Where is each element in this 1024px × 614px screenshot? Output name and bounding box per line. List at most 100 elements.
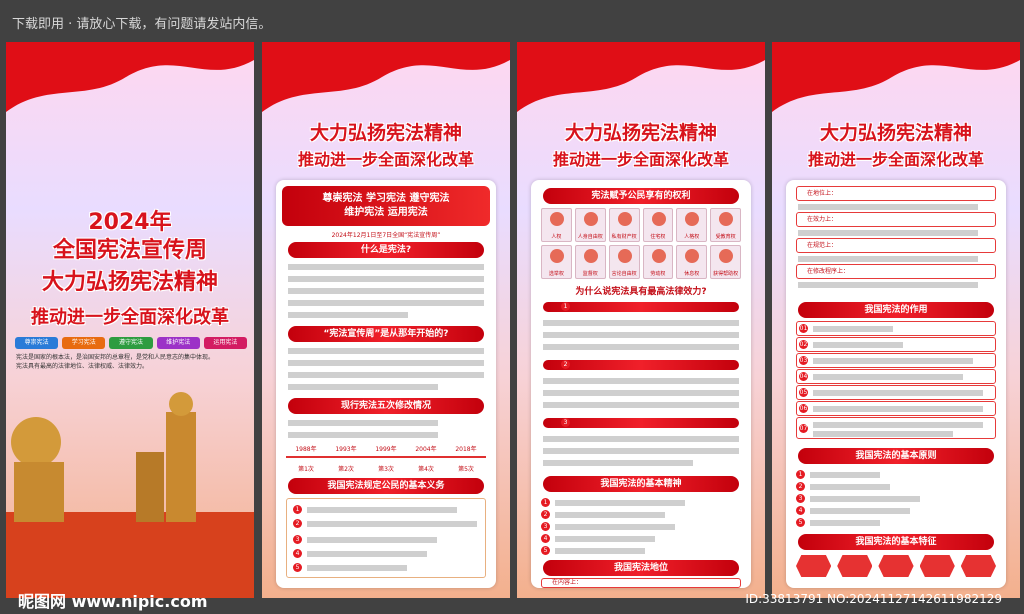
text-placeholder [798, 282, 978, 288]
hexagon-icon [919, 555, 955, 577]
section-heading: 为什么说宪法具有最高法律效力? [575, 287, 707, 297]
poster-panel-1: 2024年 全国宪法宣传周 大力弘扬宪法精神 推动进一步全面深化改革 尊崇宪法 … [6, 42, 254, 598]
text-placeholder [810, 484, 890, 490]
row-number: 06 [799, 404, 808, 413]
money-bag-icon [617, 212, 632, 226]
right-item: 人格权 [676, 208, 708, 242]
row-number: 03 [799, 356, 808, 365]
right-label: 私有财产权 [611, 234, 637, 240]
section-heading: 我国宪法地位 [543, 560, 739, 576]
tag: 学习宪法 [62, 337, 106, 349]
content-card: 宪法赋予公民享有的权利 人权 人身自由权 私有财产权 住宅权 人格权 受教育权 … [531, 180, 751, 588]
image-id: ID:33813791 NO:20241127142611982129 [745, 592, 1002, 606]
text-placeholder [288, 312, 408, 318]
date-line: 2024年12月1日至7日全国“宪法宣传周” [331, 232, 441, 239]
text-placeholder [813, 406, 983, 412]
numbered-row: 07 [796, 417, 996, 439]
top-notice: 下载即用 · 请放心下载，有问题请发站内信。 [12, 17, 272, 32]
section-heading: 我国宪法的作用 [798, 302, 994, 318]
list-number: 5 [293, 563, 302, 572]
right-label: 受教育权 [715, 234, 736, 240]
red-flag-icon [262, 42, 510, 112]
ballot-icon [550, 249, 564, 263]
text-placeholder [555, 512, 665, 518]
text-placeholder [288, 432, 438, 438]
row-number: 07 [799, 424, 808, 433]
right-item: 劳动权 [642, 245, 674, 279]
watermark-bar: 昵图网 www.nipic.com ID:33813791 NO:2024112… [0, 584, 1024, 614]
text-placeholder [813, 390, 983, 396]
poster-title-line1: 全国宪法宣传周 [52, 238, 207, 263]
timeline-time: 第1次 [298, 466, 314, 473]
text-placeholder [813, 374, 963, 380]
right-item: 私有财产权 [608, 208, 640, 242]
row-number: 02 [799, 340, 808, 349]
text-placeholder [307, 521, 477, 527]
section-heading: 宪法赋予公民享有的权利 [543, 188, 739, 204]
list-number: 1 [796, 470, 805, 479]
section-heading: 我国宪法的基本精神 [543, 476, 739, 492]
right-item: 休息权 [676, 245, 708, 279]
list-number: 3 [796, 494, 805, 503]
title-line1: 大力弘扬宪法精神 [819, 122, 972, 144]
person-icon [685, 212, 700, 226]
poster-desc-2: 宪法具有最高的法律地位、法律权威、法律效力。 [16, 363, 149, 370]
poster-title-line3: 推动进一步全面深化改革 [31, 307, 229, 328]
right-item: 人身自由权 [574, 208, 606, 242]
section-heading: 什么是宪法? [288, 242, 484, 258]
text-placeholder [543, 320, 739, 326]
red-flag-icon [772, 42, 1020, 112]
text-placeholder [307, 537, 437, 543]
right-item: 人权 [541, 208, 572, 242]
tag: 运用宪法 [203, 337, 248, 349]
title-line2: 推动进一步全面深化改革 [552, 150, 729, 169]
list-number: 2 [541, 510, 550, 519]
red-flag-icon [517, 42, 765, 112]
right-item: 受教育权 [710, 208, 741, 242]
list-number: 3 [541, 522, 550, 531]
list-number: 5 [541, 546, 550, 555]
list-number: 4 [796, 506, 805, 515]
list-number: 2 [561, 360, 570, 369]
list-number: 1 [561, 302, 570, 311]
right-label: 监督权 [582, 271, 598, 277]
timeline-time: 第4次 [418, 466, 434, 473]
poster-panel-4: 大力弘扬宪法精神 推动进一步全面深化改革 在地位上： 在效力上： 在规范上： 在… [772, 42, 1020, 598]
point-bar [543, 418, 739, 428]
section-heading: 我国宪法规定公民的基本义务 [288, 478, 484, 494]
list-number: 3 [293, 535, 302, 544]
numbered-row: 05 [796, 385, 996, 400]
section-heading: 我国宪法的基本特征 [798, 534, 994, 550]
hexagon-icon [960, 555, 997, 577]
house-icon [651, 212, 666, 226]
right-label: 劳动权 [650, 271, 666, 277]
list-number: 5 [796, 518, 805, 527]
text-placeholder [810, 496, 920, 502]
tag: 遵守宪法 [109, 337, 153, 349]
right-item: 住宅权 [642, 208, 674, 242]
point-bar [543, 360, 739, 370]
row-number: 04 [799, 372, 808, 381]
poster-desc-1: 宪法是国家的根本法，是治国安邦的总章程，是党和人民意志的集中体现。 [16, 354, 215, 361]
text-placeholder [543, 390, 739, 396]
content-card: 在地位上： 在效力上： 在规范上： 在修改程序上： 我国宪法的作用 01 02 … [786, 180, 1006, 588]
help-icon [719, 249, 734, 263]
title-line2: 推动进一步全面深化改革 [297, 150, 474, 169]
text-placeholder [543, 460, 693, 466]
text-placeholder [288, 300, 484, 306]
hexagon-icon [796, 555, 832, 577]
list-number: 1 [541, 498, 550, 507]
timeline-year: 1999年 [375, 446, 397, 453]
hexagon-icon [837, 555, 873, 577]
timeline-year: 1988年 [295, 446, 317, 453]
right-label: 休息权 [684, 271, 700, 277]
text-placeholder [810, 520, 880, 526]
red-flag-icon [6, 42, 254, 112]
timeline-time: 第2次 [338, 466, 354, 473]
title-line2: 推动进一步全面深化改革 [807, 150, 984, 169]
poster-title-line2: 大力弘扬宪法精神 [41, 270, 218, 295]
numbered-row: 03 [796, 353, 996, 368]
text-placeholder [555, 536, 655, 542]
text-placeholder [543, 344, 739, 350]
numbered-row: 06 [796, 401, 996, 416]
